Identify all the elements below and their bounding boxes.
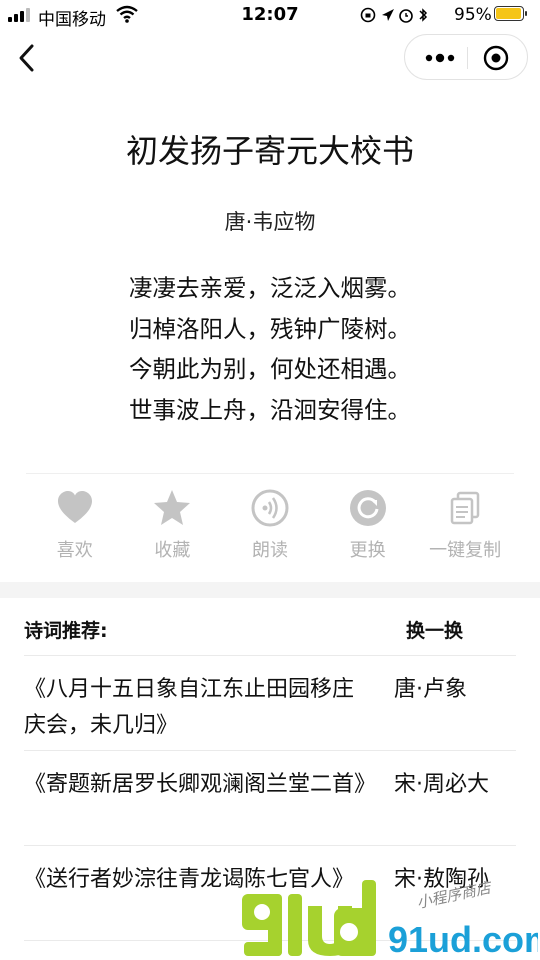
like-button[interactable]: 喜欢 — [26, 488, 124, 570]
poem-author: 唐·韦应物 — [224, 210, 316, 234]
list-item[interactable]: 《寄题新居罗长卿观澜阁兰堂二首》 宋·周必大 — [24, 751, 516, 845]
favorite-label: 收藏 — [154, 540, 191, 561]
watermark-tagline: 小程序商店 — [415, 878, 494, 912]
section-divider — [0, 582, 540, 598]
heart-icon — [57, 491, 92, 523]
divider — [26, 473, 514, 474]
poem-title: 初发扬子寄元大校书 — [125, 132, 414, 170]
change-label: 更换 — [349, 540, 386, 561]
read-aloud-label: 朗读 — [251, 540, 288, 561]
miniprogram-capsule — [404, 34, 528, 80]
rotation-lock-icon — [360, 7, 376, 23]
battery-fill — [496, 8, 521, 19]
action-bar: 喜欢 收藏 朗读 更换 一键复制 — [26, 488, 514, 570]
battery-percent: 95% — [454, 5, 492, 25]
like-label: 喜欢 — [56, 540, 93, 561]
copy-icon — [450, 491, 480, 525]
change-button[interactable]: 更换 — [319, 488, 417, 570]
alarm-icon — [399, 9, 413, 23]
read-aloud-button[interactable]: 朗读 — [221, 488, 319, 570]
more-icon[interactable] — [419, 48, 463, 68]
recommend-title: 《寄题新居罗长卿观澜阁兰堂二首》 — [24, 772, 377, 797]
recommend-title: 《八月十五日象自江东止田园移庄庆会，未几归》 — [24, 677, 355, 738]
poem-body: 凄凄去亲爱，泛泛入烟雾。 归棹洛阳人，残钟广陵树。 今朝此为别，何处还相遇。 世… — [0, 268, 540, 430]
recommend-author: 唐·卢象 — [394, 677, 467, 702]
watermark-logo: 91ud.com 小程序商店 — [242, 878, 538, 960]
poem-line: 凄凄去亲爱，泛泛入烟雾。 — [129, 274, 411, 302]
watermark-domain: 91ud.com — [388, 919, 538, 960]
poem-line: 今朝此为别，何处还相遇。 — [129, 355, 411, 383]
recommend-author: 宋·周必大 — [394, 772, 489, 797]
recommend-heading: 诗词推荐: — [24, 620, 108, 642]
back-arrow-icon[interactable] — [14, 40, 44, 76]
refresh-icon — [349, 490, 386, 526]
shuffle-button[interactable]: 换一换 — [406, 616, 463, 643]
status-bar: 中国移动 12:07 95% — [0, 0, 540, 30]
bluetooth-icon — [419, 8, 428, 22]
copy-button[interactable]: 一键复制 — [416, 488, 514, 570]
favorite-button[interactable]: 收藏 — [124, 488, 222, 570]
close-miniprogram-icon[interactable] — [483, 45, 509, 71]
battery-icon — [494, 6, 527, 21]
poem-line: 世事波上舟，沿洄安得住。 — [129, 395, 411, 424]
star-icon — [154, 490, 191, 525]
location-icon — [382, 9, 394, 21]
list-item[interactable]: 《八月十五日象自江东止田园移庄庆会，未几归》 唐·卢象 — [24, 656, 516, 750]
poem-line: 归棹洛阳人，残钟广陵树。 — [129, 314, 411, 343]
status-icons — [360, 7, 428, 23]
copy-label: 一键复制 — [429, 540, 502, 561]
speaker-icon — [251, 489, 289, 527]
